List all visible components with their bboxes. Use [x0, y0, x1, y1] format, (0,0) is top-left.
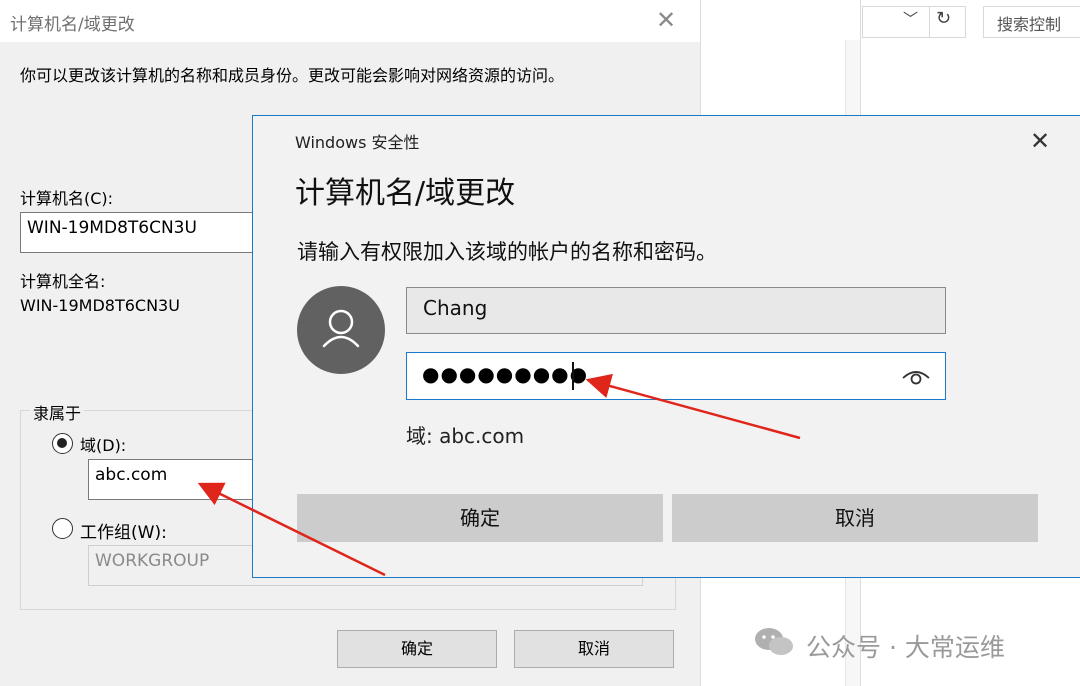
watermark-text: 公众号 · 大常运维 — [806, 633, 1005, 662]
ok-button[interactable]: 确定 — [337, 630, 497, 668]
chevron-down-icon[interactable]: ﹀ — [903, 8, 918, 29]
password-mask: ●●●●●●●●● — [422, 362, 589, 386]
close-icon[interactable]: ✕ — [656, 6, 676, 34]
ok-button[interactable]: 确定 — [297, 494, 663, 542]
computer-name-label: 计算机名(C): — [20, 189, 114, 208]
member-of-label: 隶属于 — [30, 400, 85, 424]
dialog-description: 你可以更改该计算机的名称和成员身份。更改可能会影响对网络资源的访问。 — [20, 66, 565, 85]
title-bar: 计算机名/域更改 ✕ — [0, 0, 700, 42]
divider — [929, 6, 930, 38]
dialog-description: 请输入有权限加入该域的帐户的名称和密码。 — [297, 240, 717, 264]
username-input[interactable]: Chang — [406, 287, 946, 334]
close-icon[interactable]: ✕ — [1030, 127, 1050, 155]
search-placeholder: 搜索控制 — [997, 15, 1062, 34]
computer-name-input[interactable]: WIN-19MD8T6CN3U — [20, 212, 260, 253]
user-avatar-icon — [297, 286, 385, 374]
eye-icon[interactable] — [900, 364, 932, 392]
domain-radio-label: 域(D): — [80, 436, 127, 455]
workgroup-radio-label: 工作组(W): — [80, 523, 167, 543]
domain-line: 域: abc.com — [406, 424, 525, 448]
wechat-icon — [755, 628, 793, 655]
workgroup-radio[interactable] — [52, 518, 73, 539]
dialog-title: 计算机名/域更改 — [295, 176, 516, 211]
cancel-button[interactable]: 取消 — [672, 494, 1038, 542]
domain-radio[interactable] — [52, 433, 73, 454]
dialog-header: Windows 安全性 — [295, 133, 420, 152]
dialog-title: 计算机名/域更改 — [10, 15, 135, 35]
watermark: 公众号 · 大常运维 — [752, 624, 1052, 664]
full-name-value: WIN-19MD8T6CN3U — [20, 296, 180, 315]
cancel-button[interactable]: 取消 — [514, 630, 674, 668]
refresh-icon[interactable]: ↻ — [936, 8, 951, 29]
text-cursor — [572, 362, 574, 390]
full-name-label: 计算机全名: — [20, 272, 106, 291]
